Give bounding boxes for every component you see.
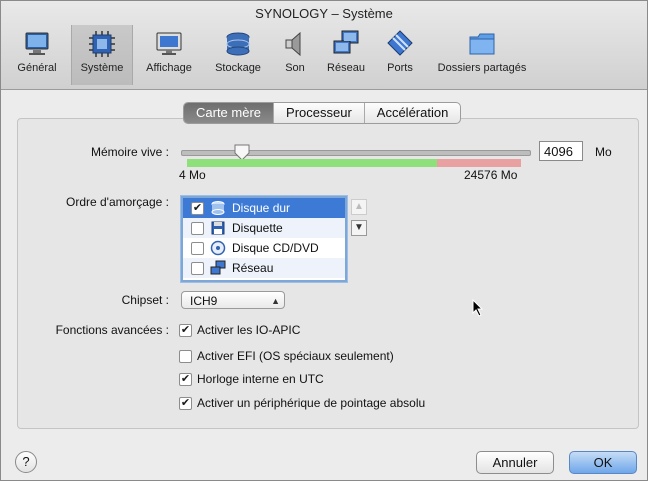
floppy-icon (211, 221, 225, 235)
tab-acceleration[interactable]: Accélération (365, 103, 461, 123)
memory-scale-warning (437, 159, 521, 167)
chipset-label: Chipset : (121, 293, 169, 307)
ok-button[interactable]: OK (569, 451, 637, 474)
advanced-label: Fonctions avancées : (55, 323, 169, 337)
toolbar-dossiers-partages[interactable]: Dossiers partagés (431, 25, 533, 85)
tab-bar: Carte mère Processeur Accélération (183, 102, 462, 124)
memory-unit: Mo (595, 145, 612, 159)
boot-item-reseau[interactable]: Réseau (183, 258, 345, 278)
boot-checkbox[interactable]: ✔ (191, 201, 204, 215)
tab-carte-mere[interactable]: Carte mère (184, 103, 275, 123)
title-bar: SYNOLOGY – Système Général Système Affic… (1, 1, 647, 90)
toolbar-reseau[interactable]: Réseau (323, 25, 369, 85)
option-absolute-pointing[interactable]: ✔ Activer un périphérique de pointage ab… (179, 396, 425, 410)
toolbar-stockage[interactable]: Stockage (209, 25, 267, 85)
boot-checkbox[interactable] (191, 261, 204, 275)
memory-input[interactable]: 4096 (539, 141, 583, 161)
utc-clock-checkbox[interactable]: ✔ (179, 372, 192, 386)
boot-order-label: Ordre d'amorçage : (65, 195, 169, 209)
boot-order-list[interactable]: ✔ Disque dur Disquette Disque CD/DVD Rés… (181, 196, 347, 282)
tab-processeur[interactable]: Processeur (274, 103, 365, 123)
port-plug-icon (387, 30, 413, 56)
boot-item-disquette[interactable]: Disquette (183, 218, 345, 238)
absolute-pointing-checkbox[interactable]: ✔ (179, 396, 192, 410)
monitor-icon (25, 32, 49, 55)
memory-max-label: 24576 Mo (464, 168, 518, 182)
help-button[interactable]: ? (15, 451, 37, 473)
option-utc-clock[interactable]: ✔ Horloge interne en UTC (179, 372, 324, 386)
cancel-button[interactable]: Annuler (476, 451, 554, 474)
toolbar-son[interactable]: Son (277, 25, 313, 85)
cd-icon (210, 240, 226, 256)
move-up-button[interactable]: ▲ (351, 199, 367, 215)
memory-scale (187, 159, 521, 167)
boot-item-disque-dur[interactable]: ✔ Disque dur (183, 198, 345, 218)
toolbar-ports[interactable]: Ports (379, 25, 421, 85)
display-icon (156, 32, 182, 55)
option-io-apic[interactable]: ✔ Activer les IO-APIC (179, 323, 300, 337)
boot-item-cd-dvd[interactable]: Disque CD/DVD (183, 238, 345, 258)
memory-min-label: 4 Mo (179, 168, 206, 182)
mouse-cursor-icon (472, 299, 484, 317)
window-title: SYNOLOGY – Système (255, 6, 393, 21)
speaker-icon (285, 31, 301, 57)
chip-icon (89, 31, 115, 57)
disk-stack-icon (226, 32, 250, 56)
folder-icon (469, 33, 495, 55)
network-icon (210, 260, 226, 275)
boot-checkbox[interactable] (191, 221, 204, 235)
toolbar-general[interactable]: Général (11, 25, 63, 85)
move-down-button[interactable]: ▼ (351, 220, 367, 236)
settings-window: SYNOLOGY – Système Général Système Affic… (0, 0, 648, 481)
toolbar-affichage[interactable]: Affichage (141, 25, 197, 85)
memory-label: Mémoire vive : (90, 145, 169, 159)
updown-chevron-icon: ▲ (271, 296, 280, 306)
boot-checkbox[interactable] (191, 241, 204, 255)
option-efi[interactable]: Activer EFI (OS spéciaux seulement) (179, 349, 394, 363)
efi-checkbox[interactable] (179, 349, 192, 363)
io-apic-checkbox[interactable]: ✔ (179, 323, 192, 337)
toolbar-systeme[interactable]: Système (71, 25, 133, 85)
hard-disk-icon (211, 201, 225, 215)
memory-scale-ok (187, 159, 437, 167)
network-icon (333, 30, 359, 54)
chipset-select[interactable]: ICH9 ▲ (181, 291, 285, 309)
